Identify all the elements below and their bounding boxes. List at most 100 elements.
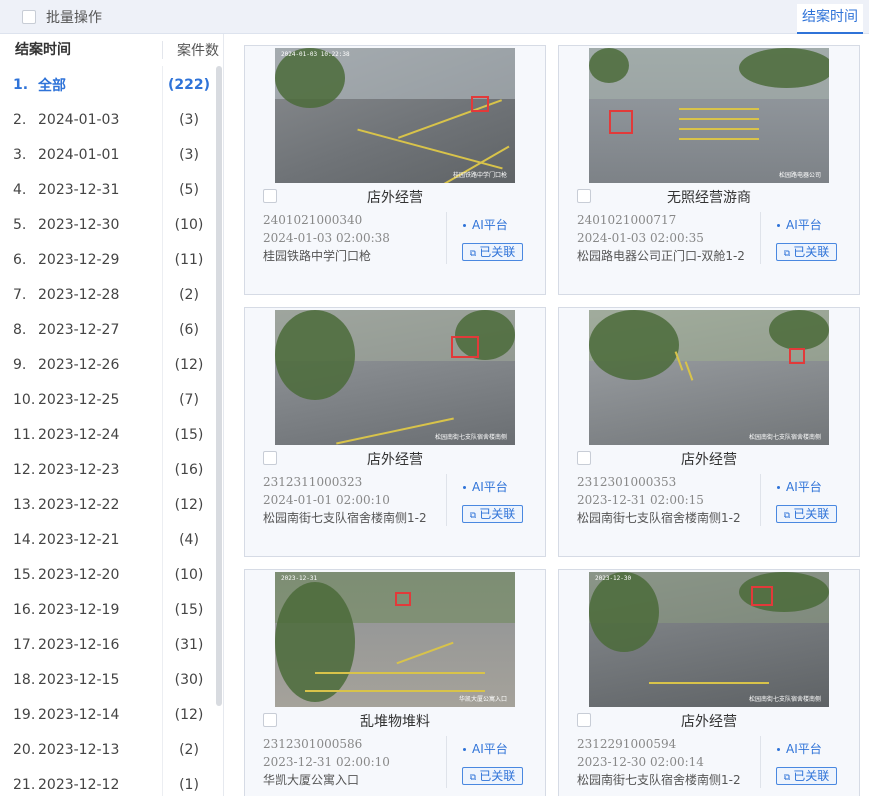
camera-snapshot[interactable]: 2024-01-03 10:22:38 桂园铁路中学门口枪: [275, 48, 515, 183]
case-meta: 2312291000594 2023-12-30 02:00:14 松园南街七支队宿…: [577, 735, 741, 789]
sidebar-header: 结案时间 案件数: [0, 34, 223, 66]
snapshot-stamp: 2024-01-03 10:22:38: [281, 51, 350, 58]
case-card[interactable]: 松园南街七支队宿舍楼南侧 店外经营 2312311000323 2024-01-01 …: [244, 307, 546, 557]
date-item-count: (10): [174, 566, 204, 583]
sidebar-date-item[interactable]: 18. 2023-12-15 (30): [0, 662, 216, 697]
case-meta: 2312301000353 2023-12-31 02:00:15 松园南街七支队宿…: [577, 473, 741, 527]
date-item-count: (31): [174, 636, 204, 653]
linked-button[interactable]: ⧉ 已关联: [776, 767, 837, 785]
date-item-label: 2023-12-31: [38, 181, 120, 198]
date-item-label: 2023-12-24: [38, 426, 120, 443]
case-time: 2023-12-31 02:00:15: [577, 493, 704, 507]
source-tag: AI平台: [777, 216, 822, 233]
date-item-index: 7.: [13, 286, 27, 303]
sidebar-date-item[interactable]: 6. 2023-12-29 (11): [0, 242, 216, 277]
card-checkbox[interactable]: [263, 189, 277, 203]
sidebar-date-item[interactable]: 20. 2023-12-13 (2): [0, 732, 216, 767]
case-time: 2024-01-03 02:00:35: [577, 231, 704, 245]
sidebar-date-item[interactable]: 2. 2024-01-03 (3): [0, 102, 216, 137]
sidebar-date-item[interactable]: 8. 2023-12-27 (6): [0, 312, 216, 347]
camera-snapshot[interactable]: 松园南街七支队宿舍楼南侧: [275, 310, 515, 445]
date-item-label: 2023-12-30: [38, 216, 120, 233]
sidebar-date-item[interactable]: 15. 2023-12-20 (10): [0, 557, 216, 592]
case-location: 松园南街七支队宿舍楼南侧1-2: [263, 511, 427, 525]
date-item-index: 20.: [13, 741, 36, 758]
case-type: 无照经营游商: [667, 190, 751, 206]
case-card[interactable]: 2023-12-31 华凯大厦公寓入口 乱堆物堆料 2312301000586 2023…: [244, 569, 546, 796]
linked-button[interactable]: ⧉ 已关联: [776, 243, 837, 261]
sidebar-date-item[interactable]: 13. 2023-12-22 (12): [0, 487, 216, 522]
sidebar-date-item[interactable]: 21. 2023-12-12 (1): [0, 767, 216, 796]
sidebar-date-item[interactable]: 17. 2023-12-16 (31): [0, 627, 216, 662]
sidebar-date-item[interactable]: 12. 2023-12-23 (16): [0, 452, 216, 487]
sidebar-date-item[interactable]: 5. 2023-12-30 (10): [0, 207, 216, 242]
date-item-label: 2023-12-14: [38, 706, 120, 723]
date-item-label: 2023-12-12: [38, 776, 120, 793]
batch-checkbox[interactable]: [22, 10, 36, 24]
linked-button[interactable]: ⧉ 已关联: [462, 243, 523, 261]
sidebar-date-item[interactable]: 9. 2023-12-26 (12): [0, 347, 216, 382]
tab-close-time[interactable]: 结案时间: [797, 4, 863, 34]
linked-label: 已关联: [793, 245, 830, 259]
linked-button[interactable]: ⧉ 已关联: [462, 767, 523, 785]
sidebar-date-item[interactable]: 3. 2024-01-01 (3): [0, 137, 216, 172]
date-item-count: (222): [167, 76, 211, 93]
source-tag: AI平台: [777, 740, 822, 757]
detection-box: [609, 110, 633, 134]
dot-icon: [463, 224, 466, 227]
camera-snapshot[interactable]: 2023-12-30 松园南街七支队宿舍楼南侧: [589, 572, 829, 707]
sidebar-date-item[interactable]: 10. 2023-12-25 (7): [0, 382, 216, 417]
sidebar-scrollbar[interactable]: [216, 66, 222, 706]
case-id: 2312301000586: [263, 737, 363, 751]
date-item-label: 2023-12-22: [38, 496, 120, 513]
detection-box: [751, 586, 773, 606]
date-item-count: (10): [174, 216, 204, 233]
linked-label: 已关联: [479, 507, 516, 521]
card-checkbox[interactable]: [263, 451, 277, 465]
linked-button[interactable]: ⧉ 已关联: [462, 505, 523, 523]
date-item-label: 2023-12-13: [38, 741, 120, 758]
snapshot-watermark: 松园路电器公司: [778, 172, 821, 179]
card-divider: [446, 736, 447, 788]
camera-snapshot[interactable]: 松园路电器公司: [589, 48, 829, 183]
batch-operation[interactable]: 批量操作: [22, 7, 102, 27]
sidebar-date-item[interactable]: 11. 2023-12-24 (15): [0, 417, 216, 452]
sidebar-date-item[interactable]: 7. 2023-12-28 (2): [0, 277, 216, 312]
detection-box: [789, 348, 805, 364]
date-item-label: 2023-12-15: [38, 671, 120, 688]
case-card[interactable]: 松园南街七支队宿舍楼南侧店外经营 2312301000353 2023-12-31 …: [558, 307, 860, 557]
case-card[interactable]: 2024-01-03 10:22:38 桂园铁路中学门口枪 店外经营 24010210…: [244, 45, 546, 295]
date-item-count: (7): [179, 391, 199, 408]
card-checkbox[interactable]: [577, 189, 591, 203]
date-item-index: 13.: [13, 496, 36, 513]
case-card[interactable]: 松园路电器公司 无照经营游商 2401021000717 2024-01-03 02:…: [558, 45, 860, 295]
card-checkbox[interactable]: [577, 451, 591, 465]
sidebar-date-item[interactable]: 14. 2023-12-21 (4): [0, 522, 216, 557]
date-item-label: 2023-12-16: [38, 636, 120, 653]
date-item-count: (16): [174, 461, 204, 478]
case-card[interactable]: 2023-12-30 松园南街七支队宿舍楼南侧 店外经营 2312291000594 2…: [558, 569, 860, 796]
sidebar-date-item[interactable]: 1. 全部 (222): [0, 67, 216, 102]
camera-snapshot[interactable]: 2023-12-31 华凯大厦公寓入口: [275, 572, 515, 707]
card-header: 店外经营: [245, 449, 545, 468]
case-time: 2024-01-01 02:00:10: [263, 493, 390, 507]
camera-snapshot[interactable]: 松园南街七支队宿舍楼南侧: [589, 310, 829, 445]
sidebar-date-item[interactable]: 19. 2023-12-14 (12): [0, 697, 216, 732]
date-item-label: 2023-12-25: [38, 391, 120, 408]
linked-button[interactable]: ⧉ 已关联: [776, 505, 837, 523]
card-checkbox[interactable]: [577, 713, 591, 727]
date-item-index: 1.: [13, 76, 29, 93]
case-type: 店外经营: [681, 452, 737, 468]
date-item-count: (15): [174, 601, 204, 618]
date-item-count: (11): [174, 251, 204, 268]
card-checkbox[interactable]: [263, 713, 277, 727]
sidebar-date-item[interactable]: 16. 2023-12-19 (15): [0, 592, 216, 627]
sidebar-date-item[interactable]: 4. 2023-12-31 (5): [0, 172, 216, 207]
date-item-label: 2023-12-26: [38, 356, 120, 373]
source-label: AI平台: [472, 742, 508, 756]
source-label: AI平台: [786, 218, 822, 232]
detection-box: [451, 336, 479, 358]
date-item-count: (12): [174, 496, 204, 513]
date-item-label: 2023-12-27: [38, 321, 120, 338]
snapshot-watermark: 松园南街七支队宿舍楼南侧: [434, 434, 507, 441]
